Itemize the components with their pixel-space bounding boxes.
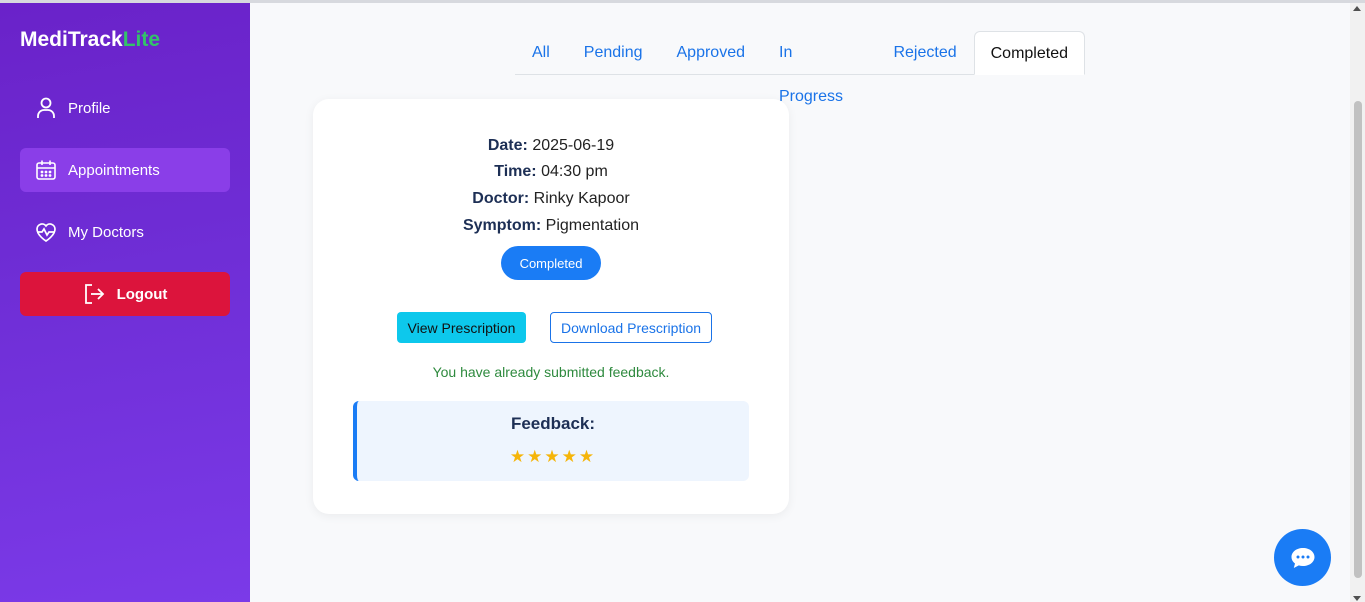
scroll-down-arrow[interactable] bbox=[1353, 596, 1361, 601]
scroll-up-arrow[interactable] bbox=[1353, 6, 1361, 11]
view-prescription-button[interactable]: View Prescription bbox=[397, 312, 526, 343]
status-badge: Completed bbox=[501, 246, 601, 280]
logout-icon bbox=[83, 283, 105, 305]
vertical-scrollbar[interactable] bbox=[1350, 3, 1365, 602]
sidebar: MediTrackLite Profile Appointments My Do… bbox=[0, 3, 250, 602]
date-value: 2025-06-19 bbox=[532, 137, 615, 154]
symptom-value: Pigmentation bbox=[545, 217, 640, 234]
star-rating: ★★★★★ bbox=[509, 447, 597, 466]
doctor-label: Doctor: bbox=[472, 190, 530, 207]
logout-label: Logout bbox=[116, 285, 168, 303]
calendar-icon bbox=[34, 158, 58, 182]
feedback-box: Feedback: ★★★★★ bbox=[353, 401, 749, 481]
chat-icon bbox=[1290, 546, 1316, 570]
sidebar-item-appointments[interactable]: Appointments bbox=[20, 148, 230, 192]
time-value: 04:30 pm bbox=[541, 163, 608, 180]
sidebar-item-my-doctors[interactable]: My Doctors bbox=[20, 210, 230, 254]
appointment-card: Date: 2025-06-19 Time: 04:30 pm Doctor: … bbox=[313, 99, 789, 514]
feedback-submitted-note: You have already submitted feedback. bbox=[432, 364, 670, 380]
user-icon bbox=[34, 96, 58, 120]
appointment-date: Date: 2025-06-19 bbox=[313, 137, 789, 155]
date-label: Date: bbox=[487, 137, 528, 154]
download-prescription-button[interactable]: Download Prescription bbox=[550, 312, 712, 343]
tab-approved[interactable]: Approved bbox=[660, 31, 763, 75]
tab-in-progress[interactable]: In Progress bbox=[762, 31, 876, 105]
status-tabs: All Pending Approved In Progress Rejecte… bbox=[515, 31, 1085, 105]
heart-pulse-icon bbox=[34, 220, 58, 244]
tab-rejected[interactable]: Rejected bbox=[876, 31, 973, 75]
appointment-time: Time: 04:30 pm bbox=[313, 163, 789, 181]
brand-logo[interactable]: MediTrackLite bbox=[20, 28, 160, 52]
sidebar-item-label: My Doctors bbox=[68, 223, 144, 241]
sidebar-item-profile[interactable]: Profile bbox=[20, 86, 230, 130]
doctor-value: Rinky Kapoor bbox=[533, 190, 630, 207]
tab-completed[interactable]: Completed bbox=[973, 31, 1085, 75]
tab-pending[interactable]: Pending bbox=[567, 31, 660, 75]
appointment-doctor: Doctor: Rinky Kapoor bbox=[313, 190, 789, 208]
feedback-title: Feedback: bbox=[510, 414, 596, 433]
brand-name-accent: Lite bbox=[122, 28, 161, 51]
appointment-symptom: Symptom: Pigmentation bbox=[313, 217, 789, 235]
time-label: Time: bbox=[494, 163, 537, 180]
tab-all[interactable]: All bbox=[515, 31, 567, 75]
scrollbar-thumb[interactable] bbox=[1354, 101, 1362, 578]
symptom-label: Symptom: bbox=[462, 217, 542, 234]
chat-button[interactable] bbox=[1274, 529, 1331, 586]
brand-name-main: MediTrack bbox=[20, 28, 123, 51]
sidebar-item-label: Profile bbox=[68, 99, 111, 117]
logout-button[interactable]: Logout bbox=[20, 272, 230, 316]
sidebar-item-label: Appointments bbox=[68, 161, 160, 179]
